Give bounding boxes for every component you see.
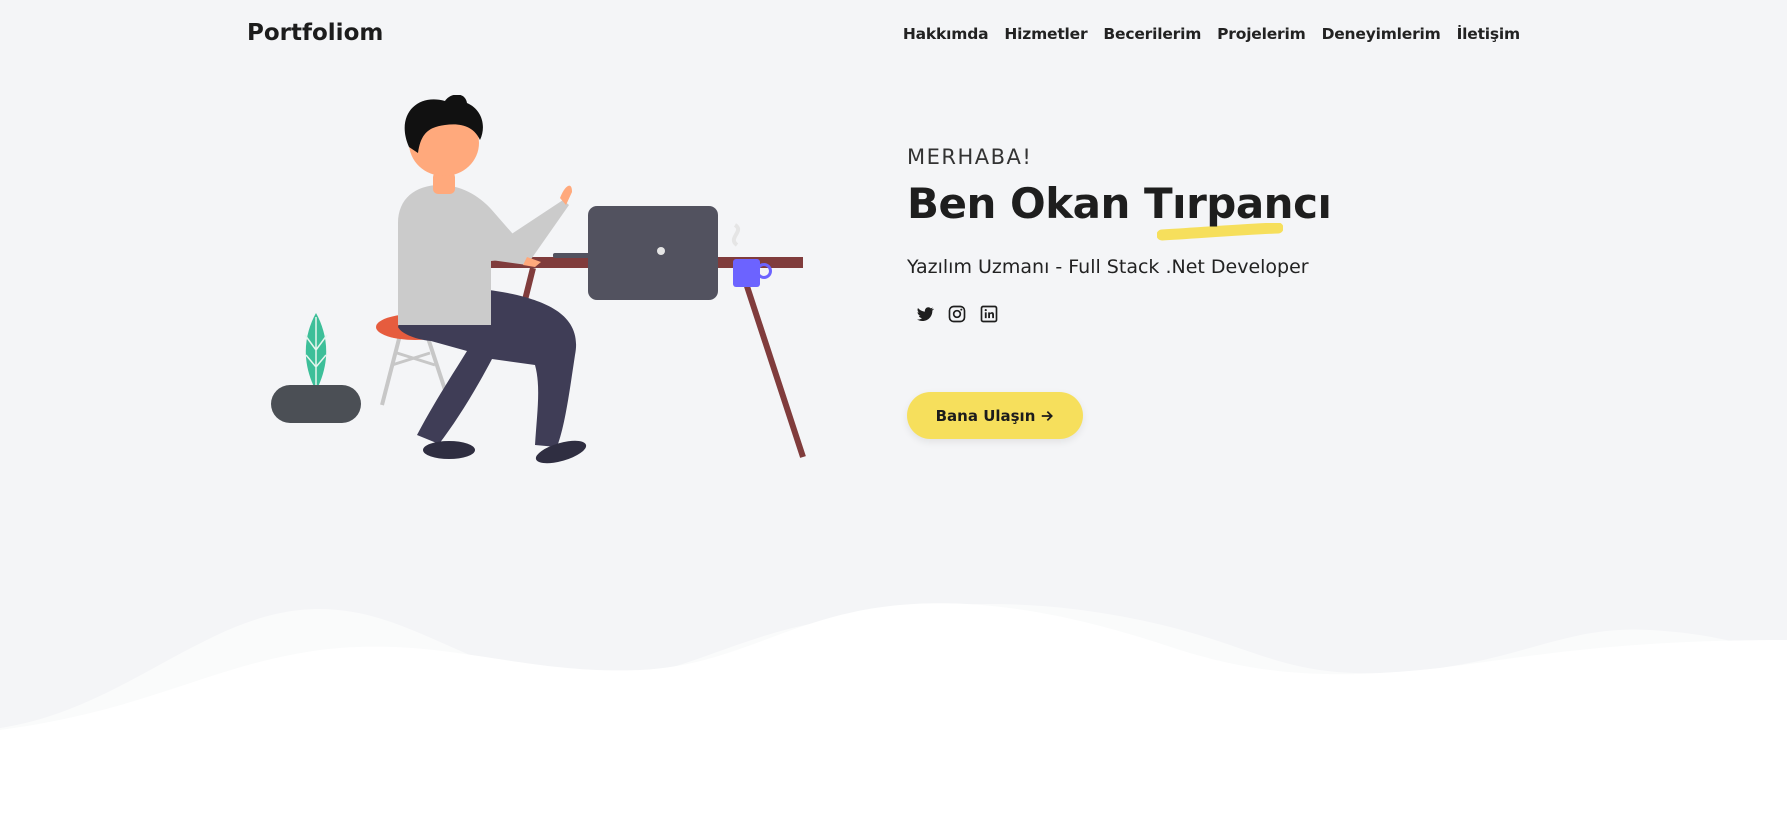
arrow-right-icon	[1042, 410, 1054, 421]
twitter-link[interactable]	[915, 304, 935, 324]
hero-text: MERHABA! Ben Okan Tırpancı Yazılım Uzman…	[907, 145, 1332, 324]
nav-link-services[interactable]: Hizmetler	[1004, 25, 1087, 43]
nav-item-services: Hizmetler	[1004, 24, 1087, 43]
instagram-link[interactable]	[947, 304, 967, 324]
wave-divider	[0, 603, 1787, 817]
linkedin-icon	[980, 305, 998, 323]
nav-link-contact[interactable]: İletişim	[1457, 25, 1521, 43]
contact-me-label: Bana Ulaşın	[935, 406, 1036, 425]
greeting-text: MERHABA!	[907, 145, 1033, 169]
linkedin-link[interactable]	[979, 304, 999, 324]
nav-item-contact: İletişim	[1457, 24, 1521, 43]
nav-item-experience: Deneyimlerim	[1322, 24, 1441, 43]
nav-link-about[interactable]: Hakkımda	[903, 25, 989, 43]
nav-link-projects[interactable]: Projelerim	[1217, 25, 1306, 43]
instagram-icon	[948, 305, 966, 323]
navbar: Portfoliom Hakkımda Hizmetler Becerileri…	[0, 0, 1787, 70]
nav-link-skills[interactable]: Becerilerim	[1103, 25, 1201, 43]
name-wrap: Ben Okan Tırpancı	[907, 179, 1332, 241]
brand-logo[interactable]: Portfoliom	[247, 20, 383, 46]
twitter-icon	[917, 307, 934, 321]
laptop-illustration	[553, 206, 718, 300]
nav-item-skills: Becerilerim	[1103, 24, 1201, 43]
nav-item-projects: Projelerim	[1217, 24, 1306, 43]
plant-illustration	[271, 313, 361, 423]
social-links	[907, 304, 1331, 324]
hero-subtitle: Yazılım Uzmanı - Full Stack .Net Develop…	[907, 256, 1309, 278]
person-illustration	[398, 95, 587, 464]
mug-illustration	[731, 223, 772, 287]
hero-name: Ben Okan Tırpancı	[907, 179, 1332, 228]
developer-illustration	[271, 95, 806, 464]
nav-item-about: Hakkımda	[903, 24, 989, 43]
nav-link-experience[interactable]: Deneyimlerim	[1322, 25, 1441, 43]
nav-menu: Hakkımda Hizmetler Becerilerim Projeleri…	[903, 24, 1520, 43]
contact-me-button[interactable]: Bana Ulaşın	[907, 392, 1083, 439]
